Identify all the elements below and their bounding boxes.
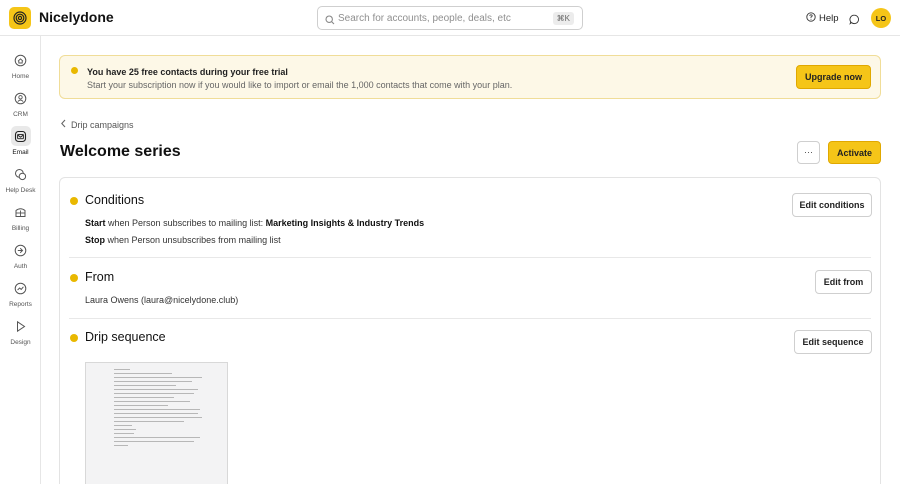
home-icon [11,50,31,70]
sidebar-item-help-desk[interactable]: Help Desk [0,162,41,198]
email-preview-thumbnail[interactable] [85,362,228,484]
from-title: From [85,270,115,284]
stop-condition-text: when Person unsubscribes from mailing li… [107,235,281,245]
banner-text: Start your subscription now if you would… [87,80,513,90]
help-desk-icon [11,164,31,184]
page-title: Welcome series [60,143,181,160]
question-circle-icon [806,12,816,25]
campaign-card: Conditions Edit conditions Start when Pe… [59,177,881,484]
conditions-title: Conditions [85,193,145,207]
sidebar-item-label: Design [10,339,31,346]
sidebar-item-label: Home [11,73,30,80]
warning-dot-icon [71,67,78,74]
app-logo[interactable] [9,7,31,29]
activate-button[interactable]: Activate [828,141,881,164]
help-button[interactable]: Help [806,12,839,25]
top-bar: Nicelydone ⌘K Help LO [0,0,900,36]
sidebar-item-email[interactable]: Email [0,124,41,160]
email-icon [10,126,31,146]
from-value: Laura Owens (laura@nicelydone.club) [85,295,239,305]
section-divider [69,318,871,319]
auth-icon [11,240,31,260]
sidebar-item-label: Billing [11,225,30,232]
sidebar-item-label: Reports [9,301,32,308]
section-divider [69,257,871,258]
chevron-left-icon [60,119,67,130]
chat-bubble-icon[interactable] [849,12,860,30]
sidebar-item-crm[interactable]: CRM [0,86,41,122]
sidebar-item-label: Help Desk [5,187,36,194]
breadcrumb-back-link[interactable]: Drip campaigns [71,120,134,130]
start-keyword: Start [85,218,106,228]
help-label: Help [819,13,839,24]
banner-title: You have 25 free contacts during your fr… [87,67,288,77]
stop-condition: Stop when Person unsubscribes from maili… [85,235,281,245]
sidebar-nav: Home CRM Email Help Desk Billing Auth Re… [0,36,41,484]
sidebar-item-design[interactable]: Design [0,314,41,350]
start-condition-text: when Person subscribes to mailing list: [108,218,264,228]
sidebar-item-home[interactable]: Home [0,48,41,84]
sidebar-item-billing[interactable]: Billing [0,200,41,236]
edit-from-button[interactable]: Edit from [815,270,872,294]
mailing-list-name: Marketing Insights & Industry Trends [265,218,425,228]
sequence-title: Drip sequence [85,330,166,344]
sidebar-item-auth[interactable]: Auth [0,238,41,274]
start-condition: Start when Person subscribes to mailing … [85,218,424,228]
from-status-dot [70,274,78,282]
search-box[interactable]: ⌘K [317,6,583,30]
app-name: Nicelydone [39,9,114,25]
sequence-status-dot [70,334,78,342]
edit-sequence-button[interactable]: Edit sequence [794,330,872,354]
search-shortcut: ⌘K [552,12,574,25]
upgrade-now-button[interactable]: Upgrade now [796,65,871,89]
crm-icon [11,88,31,108]
breadcrumb[interactable]: Drip campaigns [60,119,134,130]
sidebar-item-reports[interactable]: Reports [0,276,41,312]
sidebar-item-label: Auth [13,263,28,270]
conditions-status-dot [70,197,78,205]
sidebar-item-label: Email [12,149,29,156]
trial-banner: You have 25 free contacts during your fr… [59,55,881,99]
search-icon [325,12,335,30]
logo-icon [13,11,27,25]
edit-conditions-button[interactable]: Edit conditions [792,193,872,217]
search-input[interactable] [338,10,548,27]
design-icon [11,316,31,336]
sidebar-item-label: CRM [13,111,28,118]
stop-keyword: Stop [85,235,105,245]
reports-icon [11,278,31,298]
more-options-button[interactable]: ··· [797,141,820,164]
user-avatar[interactable]: LO [871,8,891,28]
billing-icon [11,202,31,222]
